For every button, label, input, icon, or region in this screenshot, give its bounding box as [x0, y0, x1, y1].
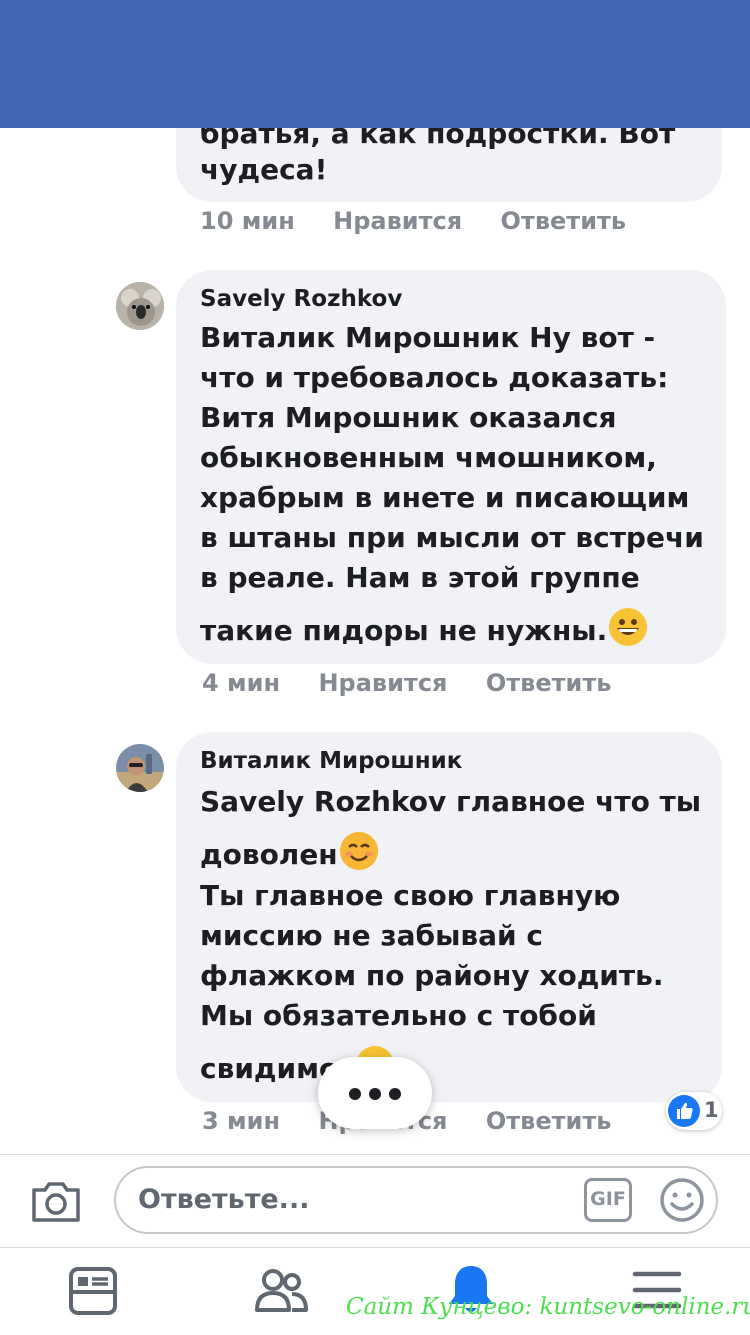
reply-input[interactable]: Ответьте... GIF: [114, 1166, 718, 1234]
comment-author[interactable]: Виталик Мирошник: [200, 748, 462, 774]
reply-button[interactable]: Ответить: [486, 1107, 612, 1135]
reaction-count: 1: [704, 1098, 719, 1122]
camera-icon[interactable]: [30, 1178, 82, 1224]
battery-percent: 98 %: [618, 6, 684, 34]
grinning-face-icon: [609, 608, 648, 646]
comment-bubble: Savely Rozhkov Виталик Мирошник Ну вот -…: [176, 270, 726, 664]
comment-text-line: Ты главное свою главную: [200, 879, 621, 912]
gif-button[interactable]: GIF: [584, 1178, 632, 1222]
comment-text-line: в штаны при мысли от встречи: [200, 521, 704, 554]
comment-meta: 4 мин Нравится Ответить: [202, 669, 611, 697]
mention-link[interactable]: Виталик Мирошник: [200, 321, 519, 354]
gif-label: GIF: [590, 1188, 626, 1210]
comment-text-line: в реале. Нам в этой группе: [200, 561, 640, 594]
comment-text-line: храбрым в инете и писающим: [200, 481, 690, 514]
like-button[interactable]: Нравится: [318, 669, 447, 697]
comment-text-line: чудеса!: [200, 153, 328, 186]
back-button[interactable]: [24, 60, 74, 110]
comment-text-line: такие пидоры не нужны.: [200, 608, 648, 651]
search-icon: [120, 71, 150, 101]
comment-time: 3 мин: [202, 1107, 281, 1135]
avatar[interactable]: [116, 744, 164, 792]
friends-tab-icon[interactable]: [254, 1268, 310, 1314]
like-reaction-icon: [668, 1095, 700, 1127]
news-feed-tab-icon[interactable]: [68, 1266, 118, 1316]
more-options-button[interactable]: [318, 1057, 432, 1129]
comment-text-line: братья, а как подростки. Вот: [200, 117, 676, 150]
avatar[interactable]: [116, 282, 164, 330]
koala-avatar-image: [116, 282, 164, 330]
comment-text-line: миссию не забывай с: [200, 919, 543, 952]
like-button[interactable]: Нравится: [333, 207, 462, 235]
comment-text-line: что и требовалось доказать:: [200, 361, 669, 394]
battery-tip: [737, 16, 740, 24]
reply-placeholder: Ответьте...: [138, 1184, 310, 1215]
search-placeholder: Поиск: [176, 70, 267, 100]
comment-meta-previous: 10 мин Нравится Ответить: [200, 207, 626, 235]
comment-text-line: Витя Мирошник оказался: [200, 401, 617, 434]
comment-text-line: Мы обязательно с тобой: [200, 999, 597, 1032]
comment-bubble: Виталик Мирошник Savely Rozhkov главное …: [176, 732, 722, 1102]
alarm-icon: [588, 8, 610, 32]
comment-text-line: доволен: [200, 832, 378, 875]
comment-text-line: обыкновенным чмошником,: [200, 441, 657, 474]
reply-button[interactable]: Ответить: [486, 669, 612, 697]
comment-text-line: Виталик Мирошник Ну вот -: [200, 321, 656, 354]
mention-link[interactable]: Savely Rozhkov: [200, 785, 446, 818]
person-avatar-image: [116, 744, 164, 792]
location-arrow-icon: [558, 12, 576, 30]
status-bar: MegaFon LTE 0:02 98 %: [0, 0, 750, 40]
reply-button[interactable]: Ответить: [501, 207, 627, 235]
comment-text-line: флажком по району ходить.: [200, 959, 664, 992]
comment-text-line: Savely Rozhkov главное что ты: [200, 785, 702, 818]
comment-author[interactable]: Savely Rozhkov: [200, 286, 402, 312]
battery-icon: [688, 10, 736, 30]
site-watermark: Сайт Кунцево: kuntsevo-online.ru: [346, 1294, 750, 1320]
reaction-summary[interactable]: 1: [666, 1092, 722, 1130]
comment-time: 4 мин: [202, 669, 281, 697]
comment-time: 10 мин: [200, 207, 295, 235]
comment-bubble-previous: братья, а как подростки. Вот чудеса!: [176, 100, 722, 202]
emoji-picker-icon[interactable]: [658, 1176, 706, 1224]
smiling-face-icon: [339, 832, 378, 870]
